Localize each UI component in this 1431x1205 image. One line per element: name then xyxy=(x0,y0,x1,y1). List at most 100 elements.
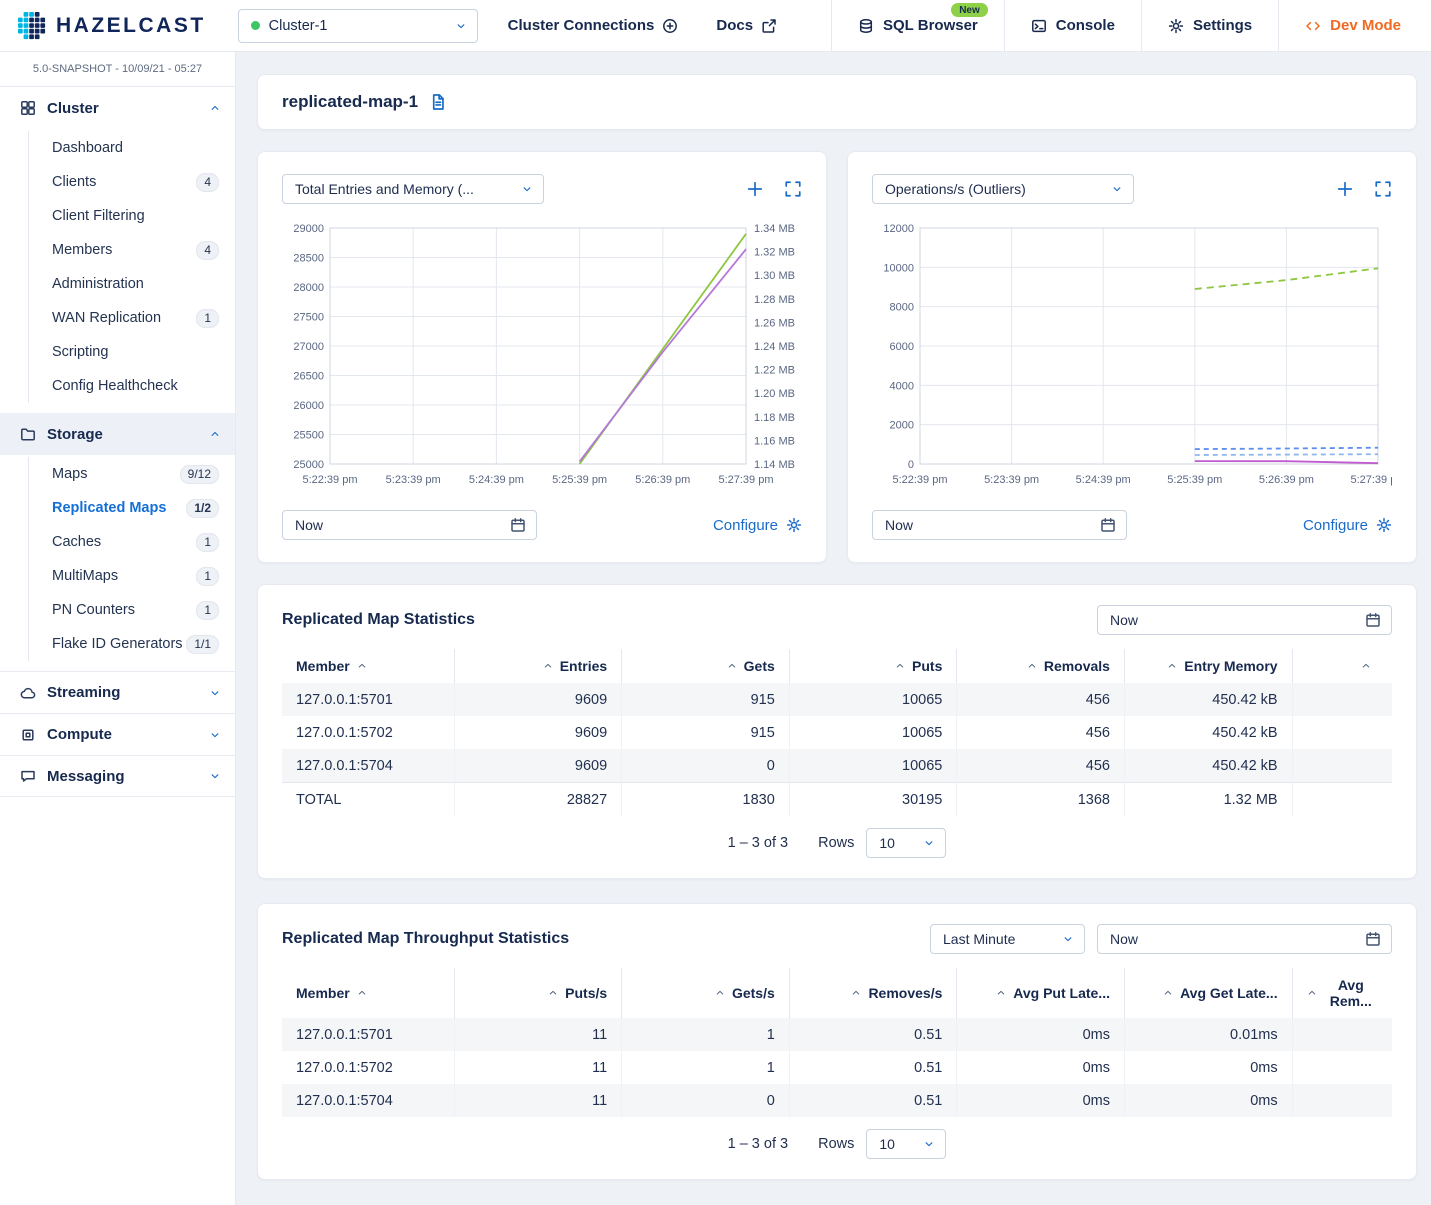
sidebar-item-members[interactable]: Members4 xyxy=(0,233,235,267)
sidebar-item-replicated-maps[interactable]: Replicated Maps1/2 xyxy=(0,491,235,525)
sidebar-item-dashboard[interactable]: Dashboard xyxy=(0,131,235,165)
configure-button[interactable]: Configure xyxy=(1303,517,1392,534)
time-picker[interactable]: Now xyxy=(1097,605,1392,635)
page-title: replicated-map-1 xyxy=(282,92,418,112)
sql-browser-button[interactable]: New SQL Browser xyxy=(831,0,1004,51)
nav-docs[interactable]: Docs xyxy=(716,17,777,34)
sidebar-item-pn-counters[interactable]: PN Counters1 xyxy=(0,593,235,627)
column-label: Member xyxy=(296,658,350,674)
column-header-entry-memory[interactable]: Entry Memory xyxy=(1124,649,1292,683)
sort-caret-icon xyxy=(851,988,861,998)
column-header-removes-s[interactable]: Removes/s xyxy=(789,968,957,1018)
column-header-puts[interactable]: Puts xyxy=(789,649,957,683)
section-title: Replicated Map Statistics xyxy=(282,611,475,629)
sidebar-item-administration[interactable]: Administration xyxy=(0,267,235,301)
fullscreen-icon[interactable] xyxy=(784,180,802,198)
column-label: Avg Get Late... xyxy=(1180,985,1278,1001)
svg-text:1.22 MB: 1.22 MB xyxy=(754,365,795,377)
metric-select[interactable]: Operations/s (Outliers) xyxy=(872,174,1134,204)
stats-card: Replicated Map Statistics Now Member Entr… xyxy=(257,584,1417,879)
configure-label: Configure xyxy=(713,517,778,534)
sidebar-section-compute[interactable]: Compute xyxy=(0,713,235,755)
cluster-select[interactable]: Cluster-1 xyxy=(238,9,478,43)
sidebar-item-maps[interactable]: Maps9/12 xyxy=(0,457,235,491)
column-header-extra[interactable] xyxy=(1292,649,1392,683)
sidebar-section-storage[interactable]: Storage xyxy=(0,413,235,455)
operations-line-chart: 0200040006000800010000120005:22:39 pm5:2… xyxy=(872,218,1392,500)
sort-caret-icon xyxy=(1307,988,1317,998)
section-label: Storage xyxy=(47,426,103,443)
sort-caret-icon xyxy=(1163,988,1173,998)
console-button[interactable]: Console xyxy=(1004,0,1141,51)
sidebar-item-wan-replication[interactable]: WAN Replication1 xyxy=(0,301,235,335)
column-label: Removes/s xyxy=(868,985,942,1001)
rows-per-page-select[interactable]: 10 xyxy=(866,828,946,858)
column-header-avg-rem[interactable]: Avg Rem... xyxy=(1292,968,1392,1018)
column-header-avg-put-late[interactable]: Avg Put Late... xyxy=(957,968,1125,1018)
column-header-puts-s[interactable]: Puts/s xyxy=(454,968,622,1018)
sidebar-item-clients[interactable]: Clients4 xyxy=(0,165,235,199)
cell xyxy=(1292,1084,1392,1117)
chevron-up-icon xyxy=(209,428,221,440)
sidebar-item-multimaps[interactable]: MultiMaps1 xyxy=(0,559,235,593)
time-picker[interactable]: Now xyxy=(282,510,537,540)
time-picker[interactable]: Now xyxy=(1097,924,1392,954)
chevron-down-icon xyxy=(209,770,221,782)
section-label: Messaging xyxy=(47,768,125,785)
table-row: 127.0.0.1:57041100.510ms0ms xyxy=(282,1084,1392,1117)
brand[interactable]: HAZELCAST xyxy=(0,12,226,40)
add-chart-icon[interactable] xyxy=(746,180,764,198)
chevron-up-icon xyxy=(209,102,221,114)
cell: 127.0.0.1:5702 xyxy=(282,716,454,749)
count-badge: 9/12 xyxy=(180,465,219,484)
sidebar-item-group: Maps9/12Replicated Maps1/2Caches1MultiMa… xyxy=(0,455,235,671)
column-header-member[interactable]: Member xyxy=(282,968,454,1018)
cell: 127.0.0.1:5701 xyxy=(282,1018,454,1051)
section-label: Compute xyxy=(47,726,112,743)
column-header-gets-s[interactable]: Gets/s xyxy=(622,968,790,1018)
item-label: Scripting xyxy=(52,344,108,360)
sidebar-item-caches[interactable]: Caches1 xyxy=(0,525,235,559)
item-label: PN Counters xyxy=(52,602,135,618)
column-header-entries[interactable]: Entries xyxy=(454,649,622,683)
column-header-avg-get-late[interactable]: Avg Get Late... xyxy=(1124,968,1292,1018)
column-header-removals[interactable]: Removals xyxy=(957,649,1125,683)
sidebar-item-scripting[interactable]: Scripting xyxy=(0,335,235,369)
column-header-member[interactable]: Member xyxy=(282,649,454,683)
calendar-icon xyxy=(1365,931,1381,947)
settings-button[interactable]: Settings xyxy=(1141,0,1278,51)
item-label: Clients xyxy=(52,174,96,190)
plus-circle-icon xyxy=(662,18,678,34)
time-picker-value: Now xyxy=(295,517,323,533)
section-title: Replicated Map Throughput Statistics xyxy=(282,930,569,948)
sort-caret-icon xyxy=(727,661,737,671)
database-icon xyxy=(858,18,874,34)
sidebar-item-flake-id-generators[interactable]: Flake ID Generators1/1 xyxy=(0,627,235,661)
column-header-gets[interactable]: Gets xyxy=(622,649,790,683)
map-config-doc-icon[interactable] xyxy=(429,93,447,111)
brand-name: HAZELCAST xyxy=(56,14,206,38)
cell: 0.51 xyxy=(789,1051,957,1084)
add-chart-icon[interactable] xyxy=(1336,180,1354,198)
throughput-card: Replicated Map Throughput Statistics Las… xyxy=(257,903,1417,1180)
sidebar-section-streaming[interactable]: Streaming xyxy=(0,671,235,713)
rows-per-page-select[interactable]: 10 xyxy=(866,1129,946,1159)
period-select[interactable]: Last Minute xyxy=(930,924,1085,954)
sidebar-item-client-filtering[interactable]: Client Filtering xyxy=(0,199,235,233)
sidebar-item-config-healthcheck[interactable]: Config Healthcheck xyxy=(0,369,235,403)
dev-mode-button[interactable]: Dev Mode xyxy=(1278,0,1431,51)
sidebar-section-messaging[interactable]: Messaging xyxy=(0,755,235,797)
sort-caret-icon xyxy=(357,988,367,998)
metric-select[interactable]: Total Entries and Memory (... xyxy=(282,174,544,204)
nav-cluster-connections[interactable]: Cluster Connections xyxy=(508,17,679,34)
svg-text:1.20 MB: 1.20 MB xyxy=(754,388,795,400)
configure-button[interactable]: Configure xyxy=(713,517,802,534)
item-label: MultiMaps xyxy=(52,568,118,584)
throughput-table: MemberPuts/sGets/s Removes/s Avg Put Late.… xyxy=(282,968,1392,1117)
svg-text:12000: 12000 xyxy=(883,223,914,235)
time-picker[interactable]: Now xyxy=(872,510,1127,540)
sidebar-section-cluster[interactable]: Cluster xyxy=(0,87,235,129)
fullscreen-icon[interactable] xyxy=(1374,180,1392,198)
svg-text:5:27:39 pm: 5:27:39 pm xyxy=(1350,474,1392,486)
cell: 915 xyxy=(622,716,790,749)
